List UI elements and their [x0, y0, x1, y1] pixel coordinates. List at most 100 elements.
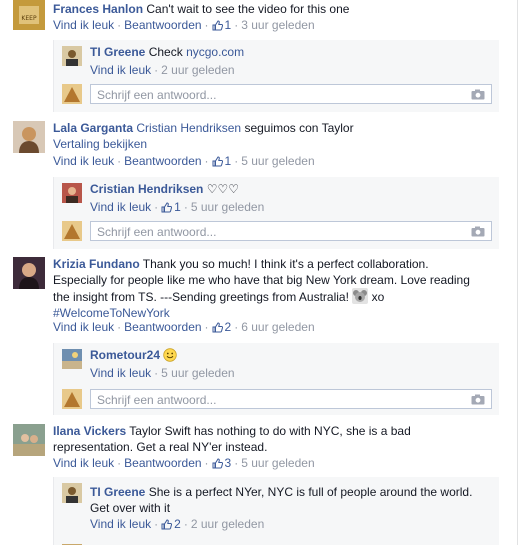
comment-time[interactable]: 5 uur geleden — [241, 154, 314, 168]
avatar[interactable] — [13, 121, 45, 153]
comment-text-line: representation. Get a real NY'er instead… — [53, 440, 268, 454]
like-link[interactable]: Vind ik leuk — [90, 517, 151, 531]
avatar[interactable] — [62, 183, 82, 203]
avatar[interactable] — [62, 349, 82, 369]
reply-input-placeholder: Schrijf een antwoord... — [97, 393, 217, 407]
reply-actions: Vind ik leuk · 2 uur geleden — [90, 63, 235, 77]
reply-author[interactable]: Cristian Hendriksen — [90, 182, 203, 196]
replies-section: TI Greene Check nycgo.com Vind ik leuk · 2… — [53, 40, 499, 112]
own-avatar — [62, 389, 82, 409]
reply-actions: Vind ik leuk · 1 · 5 uur geleden — [90, 200, 265, 214]
comment-actions: Vind ik leuk · Beantwoorden · 2 · 6 uur gelede… — [53, 320, 315, 334]
reply-input[interactable]: Schrijf een antwoord... — [90, 221, 492, 241]
reply-link[interactable]: Beantwoorden — [124, 18, 201, 32]
thumbs-up-icon — [212, 458, 223, 469]
reply-input[interactable]: Schrijf een antwoord... — [90, 389, 492, 409]
avatar[interactable] — [62, 46, 82, 66]
see-translation-link[interactable]: Vertaling bekijken — [53, 137, 147, 151]
reply-text-line: She is a perfect NYer, NYC is full of pe… — [148, 485, 473, 499]
reply: TI Greene She is a perfect NYer, NYC is … — [90, 484, 495, 516]
avatar[interactable] — [62, 483, 82, 503]
reply-link[interactable]: Beantwoorden — [124, 456, 201, 470]
avatar[interactable] — [13, 424, 45, 456]
smiley-icon — [163, 348, 178, 362]
reply-text-line: Get over with it — [90, 501, 171, 515]
comment-text-line: xo — [371, 290, 385, 304]
reply-actions: Vind ik leuk · 5 uur geleden — [90, 366, 235, 380]
comment: Ilana Vickers Taylor Swift has nothing t… — [53, 423, 513, 455]
comment-author[interactable]: Ilana Vickers — [53, 424, 126, 438]
like-count[interactable]: 1 — [161, 200, 181, 214]
reply-author[interactable]: Rometour24 — [90, 348, 160, 362]
reply-text: ♡♡♡ — [206, 182, 239, 196]
reply-time[interactable]: 5 uur geleden — [191, 200, 264, 214]
comment-text-line: Especially for people like me who have t… — [53, 273, 470, 287]
camera-icon[interactable] — [471, 89, 485, 100]
own-avatar — [62, 84, 82, 104]
reply-link[interactable]: Beantwoorden — [124, 320, 201, 334]
reply-time[interactable]: 2 uur geleden — [161, 63, 234, 77]
reply: TI Greene Check nycgo.com — [90, 44, 244, 60]
like-count[interactable]: 1 — [212, 154, 231, 168]
own-avatar — [62, 221, 82, 241]
svg-text:KEEP: KEEP — [21, 15, 37, 22]
hashtag-link[interactable]: #WelcomeToNewYork — [53, 306, 170, 320]
like-link[interactable]: Vind ik leuk — [90, 200, 151, 214]
comment-text-line: the insight from TS. ---Sending greeting… — [53, 290, 349, 304]
replies-section: TI Greene She is a perfect NYer, NYC is … — [53, 477, 499, 545]
replies-section: Rometour24 Vind ik leuk · 5 uur geleden Sc… — [53, 343, 499, 415]
like-count[interactable]: 2 — [212, 320, 231, 334]
like-link[interactable]: Vind ik leuk — [53, 456, 114, 470]
reply-text: Check — [148, 45, 183, 59]
koala-emoji-icon — [352, 288, 369, 304]
comment-text: seguimos con Taylor — [244, 121, 354, 135]
feed-border — [517, 0, 518, 545]
avatar[interactable] — [13, 257, 45, 289]
thumbs-up-icon — [212, 20, 223, 31]
comment-author[interactable]: Krizia Fundano — [53, 257, 140, 271]
comment-time[interactable]: 6 uur geleden — [241, 320, 314, 334]
reply-input-placeholder: Schrijf een antwoord... — [97, 225, 217, 239]
thumbs-up-icon — [161, 519, 173, 530]
thumbs-up-icon — [212, 156, 223, 167]
comment-actions: Vind ik leuk · Beantwoorden · 1 · 3 uur gelede… — [53, 18, 315, 32]
camera-icon[interactable] — [471, 226, 485, 237]
like-link[interactable]: Vind ik leuk — [90, 366, 151, 380]
comment-text-line: Taylor Swift has nothing to do with NYC,… — [129, 424, 411, 438]
reply: Rometour24 — [90, 347, 178, 363]
avatar[interactable]: KEEP — [13, 0, 45, 30]
comment: Lala Garganta Cristian Hendriksen seguim… — [53, 120, 354, 136]
comment-author[interactable]: Frances Hanlon — [53, 2, 143, 16]
thumbs-up-icon — [161, 202, 173, 213]
reply-author[interactable]: TI Greene — [90, 485, 145, 499]
comment: Krizia Fundano Thank you so much! I thin… — [53, 256, 513, 321]
comment-text-line: Thank you so much! I think it's a perfec… — [142, 257, 429, 271]
reply-input-placeholder: Schrijf een antwoord... — [97, 88, 217, 102]
replies-section: Cristian Hendriksen ♡♡♡ Vind ik leuk · 1 · 5… — [53, 177, 499, 249]
like-link[interactable]: Vind ik leuk — [90, 63, 151, 77]
reply-input[interactable]: Schrijf een antwoord... — [90, 84, 492, 104]
comment-actions: Vind ik leuk · Beantwoorden · 3 · 5 uur gelede… — [53, 456, 315, 470]
like-link[interactable]: Vind ik leuk — [53, 154, 114, 168]
like-link[interactable]: Vind ik leuk — [53, 18, 114, 32]
avatar — [62, 539, 82, 545]
like-count[interactable]: 1 — [212, 18, 231, 32]
comment-time[interactable]: 5 uur geleden — [241, 456, 314, 470]
reply-link-url[interactable]: nycgo.com — [186, 45, 244, 59]
camera-icon[interactable] — [471, 394, 485, 405]
like-count[interactable]: 2 — [161, 517, 181, 531]
reply-time[interactable]: 2 uur geleden — [191, 517, 264, 531]
comment-author[interactable]: Lala Garganta — [53, 121, 133, 135]
thumbs-up-icon — [212, 322, 223, 333]
reply-time[interactable]: 5 uur geleden — [161, 366, 234, 380]
like-link[interactable]: Vind ik leuk — [53, 320, 114, 334]
like-count[interactable]: 3 — [212, 456, 231, 470]
reply-author[interactable]: TI Greene — [90, 45, 145, 59]
reply-link[interactable]: Beantwoorden — [124, 154, 201, 168]
reply-actions: Vind ik leuk · 2 · 2 uur geleden — [90, 517, 265, 531]
mention[interactable]: Cristian Hendriksen — [136, 121, 241, 135]
comment-time[interactable]: 3 uur geleden — [241, 18, 314, 32]
reply: Cristian Hendriksen ♡♡♡ — [90, 181, 239, 197]
comment: Frances Hanlon Can't wait to see the vid… — [53, 1, 349, 17]
comment-text: Can't wait to see the video for this one — [146, 2, 350, 16]
